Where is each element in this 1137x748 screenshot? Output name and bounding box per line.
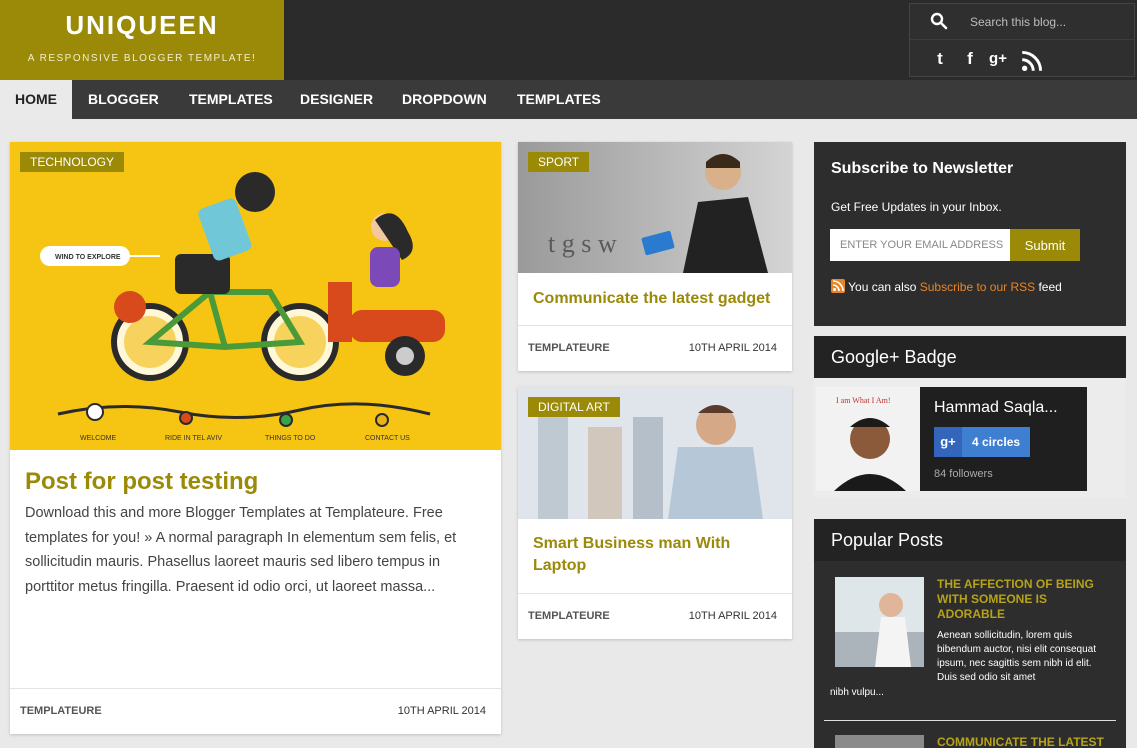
- twitter-icon[interactable]: t: [929, 48, 951, 70]
- popular-post-thumb[interactable]: [835, 577, 924, 667]
- post-title-gadget[interactable]: Communicate the latest gadget: [533, 288, 778, 310]
- rss-prefix: You can also: [848, 280, 920, 294]
- featured-post-meta: TEMPLATEURE 10TH APRIL 2014: [10, 688, 501, 734]
- nav-item-blogger[interactable]: BLOGGER: [73, 80, 174, 119]
- newsletter-title: Subscribe to Newsletter: [831, 160, 1014, 177]
- gplus-circles-label: 4 circles: [972, 435, 1021, 449]
- facebook-icon[interactable]: f: [959, 48, 981, 70]
- gplus-followers: 84 followers: [934, 468, 993, 480]
- post-date: 10TH APRIL 2014: [688, 610, 777, 622]
- popular-posts-widget: Popular Posts THE AFFECTION OF BEING WIT…: [814, 519, 1126, 748]
- illustration-label-welcome: WELCOME: [80, 435, 117, 442]
- illustration-label-wind: WIND TO EXPLORE: [55, 254, 121, 261]
- gplus-circles-button[interactable]: g+ 4 circles: [934, 427, 1030, 457]
- post-title-business[interactable]: Smart Business man With Laptop: [533, 533, 778, 577]
- illustration-label-ride: RIDE IN TEL AVIV: [165, 435, 222, 442]
- gplus-widget: Google+ Badge I am What I Am! Hammad Saq…: [814, 336, 1126, 498]
- post-card-sport: t g s w SPORT Communicate the latest gad…: [518, 142, 792, 371]
- site-logo[interactable]: UNIQUEEN A RESPONSIVE BLOGGER TEMPLATE!: [0, 0, 284, 80]
- gplus-name[interactable]: Hammad Saqla...: [934, 399, 1058, 417]
- rss-suffix: feed: [1035, 280, 1062, 294]
- popular-post-item[interactable]: COMMUNICATE THE LATEST: [824, 735, 1116, 748]
- nav-item-designer[interactable]: DESIGNER: [285, 80, 388, 119]
- popular-post-title[interactable]: COMMUNICATE THE LATEST: [937, 735, 1107, 748]
- newsletter-email-input[interactable]: [830, 229, 1010, 261]
- search-row: [910, 4, 1134, 40]
- popular-posts-divider: [824, 720, 1116, 721]
- popular-post-excerpt-cont: nibh vulpu...: [830, 687, 884, 698]
- gplus-heading: Google+ Badge: [814, 336, 1126, 378]
- post-date: 10TH APRIL 2014: [688, 342, 777, 354]
- newsletter-rss-line: You can also Subscribe to our RSS feed: [831, 279, 1062, 294]
- newsletter-subtitle: Get Free Updates in your Inbox.: [831, 200, 1002, 214]
- illustration-label-things: THINGS TO DO: [265, 435, 316, 442]
- popular-post-thumb[interactable]: [835, 735, 924, 748]
- post-author[interactable]: TEMPLATEURE: [528, 342, 610, 354]
- logo-title[interactable]: UNIQUEEN: [0, 10, 284, 41]
- post-author[interactable]: TEMPLATEURE: [528, 610, 610, 622]
- social-icons: t f g+: [910, 40, 1134, 76]
- featured-post-card: WELCOME RIDE IN TEL AVIV THINGS TO DO CO…: [10, 142, 501, 734]
- featured-post-title[interactable]: Post for post testing: [25, 468, 258, 496]
- google-plus-icon[interactable]: g+: [987, 48, 1009, 70]
- rss-small-icon: [831, 279, 845, 293]
- svg-text:I am What I Am!: I am What I Am!: [836, 396, 891, 405]
- popular-post-title[interactable]: THE AFFECTION OF BEING WITH SOMEONE IS A…: [937, 577, 1107, 622]
- featured-post-image[interactable]: WELCOME RIDE IN TEL AVIV THINGS TO DO CO…: [10, 142, 501, 450]
- nav-item-home[interactable]: HOME: [0, 80, 72, 119]
- post-card-digital-art: DIGITAL ART Smart Business man With Lapt…: [518, 387, 792, 639]
- gplus-badge[interactable]: I am What I Am! Hammad Saqla... g+ 4 cir…: [816, 387, 1087, 491]
- post-date: 10TH APRIL 2014: [397, 705, 486, 717]
- rss-icon[interactable]: [1021, 50, 1043, 72]
- svg-text:t g s w: t g s w: [548, 229, 617, 258]
- featured-post-excerpt: Download this and more Blogger Templates…: [25, 505, 457, 595]
- popular-post-excerpt: Aenean sollicitudin, lorem quis bibendum…: [937, 630, 1096, 683]
- nav-item-templates[interactable]: TEMPLATES: [174, 80, 288, 119]
- rss-subscribe-link[interactable]: Subscribe to our RSS: [920, 280, 1035, 294]
- category-badge-digital-art[interactable]: DIGITAL ART: [528, 397, 620, 417]
- search-icon[interactable]: [930, 12, 948, 30]
- post-author[interactable]: TEMPLATEURE: [20, 705, 102, 717]
- category-badge-sport[interactable]: SPORT: [528, 152, 590, 172]
- search-widget: t f g+: [909, 3, 1135, 77]
- nav-item-templates-2[interactable]: TEMPLATES: [502, 80, 616, 119]
- site-header: UNIQUEEN A RESPONSIVE BLOGGER TEMPLATE! …: [0, 0, 1137, 80]
- logo-tagline: A RESPONSIVE BLOGGER TEMPLATE!: [27, 53, 257, 64]
- gplus-avatar[interactable]: I am What I Am!: [816, 387, 920, 491]
- popular-post-item[interactable]: THE AFFECTION OF BEING WITH SOMEONE IS A…: [824, 577, 1116, 717]
- gplus-logo-icon: g+: [934, 427, 962, 457]
- post-meta-gadget: TEMPLATEURE 10TH APRIL 2014: [518, 325, 792, 371]
- newsletter-submit-button[interactable]: Submit: [1010, 229, 1080, 261]
- nav-item-dropdown[interactable]: DROPDOWN: [387, 80, 502, 119]
- illustration-label-contact: CONTACT US: [365, 435, 410, 442]
- post-meta-business: TEMPLATEURE 10TH APRIL 2014: [518, 593, 792, 639]
- popular-posts-heading: Popular Posts: [814, 519, 1126, 561]
- search-input[interactable]: [970, 10, 1130, 34]
- newsletter-widget: Subscribe to Newsletter Get Free Updates…: [814, 142, 1126, 326]
- main-nav: HOME BLOGGER TEMPLATES DESIGNER DROPDOWN…: [0, 80, 1137, 119]
- category-badge-technology[interactable]: TECHNOLOGY: [20, 152, 125, 172]
